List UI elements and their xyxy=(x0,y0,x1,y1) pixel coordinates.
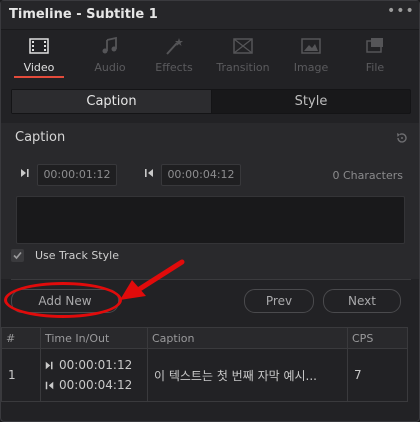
time-in-field[interactable]: 00:00:01:12 xyxy=(37,164,117,186)
table-header-row: # Time In/Out Caption CPS xyxy=(1,327,408,349)
more-options-button[interactable]: ••• xyxy=(387,4,414,21)
tab-video[interactable]: Video xyxy=(6,31,72,79)
mark-out-icon xyxy=(45,381,54,390)
mark-in-icon xyxy=(45,361,53,370)
tab-label: File xyxy=(365,61,385,74)
tab-file[interactable]: File xyxy=(342,31,408,79)
section-title: Caption xyxy=(15,130,66,145)
tab-audio[interactable]: Audio xyxy=(77,31,143,79)
tab-label: Video xyxy=(23,61,55,74)
inspector-tabs: Video Audio Effects Transition Image Fil… xyxy=(1,31,419,79)
row-time-out: 00:00:04:12 xyxy=(59,378,133,392)
character-count: 0 Characters xyxy=(332,169,403,182)
file-icon xyxy=(366,38,383,53)
window-title: Timeline - Subtitle 1 xyxy=(9,7,158,22)
active-tab-indicator xyxy=(14,76,64,78)
column-header[interactable]: Caption xyxy=(147,327,348,349)
caption-text-input[interactable] xyxy=(16,196,405,244)
mark-in-icon[interactable] xyxy=(19,167,31,179)
next-button[interactable]: Next xyxy=(323,289,401,313)
tab-label: Audio xyxy=(94,61,126,74)
annotation-arrow-icon xyxy=(120,259,185,300)
prev-button[interactable]: Prev xyxy=(244,289,314,313)
tab-transition[interactable]: Transition xyxy=(210,31,276,79)
column-header[interactable]: # xyxy=(1,327,41,349)
divider xyxy=(11,279,411,280)
row-caption: 이 텍스트는 첫 번째 자막 예시... xyxy=(147,348,348,402)
image-icon xyxy=(301,38,321,54)
highlight-circle xyxy=(4,282,122,318)
row-cps: 7 xyxy=(347,348,408,402)
row-time-in: 00:00:01:12 xyxy=(59,358,133,372)
time-in-out-cell: 00:00:01:12 00:00:04:12 xyxy=(40,348,148,402)
transition-icon xyxy=(233,38,253,54)
use-track-style-label: Use Track Style xyxy=(35,249,119,262)
inspector-panel: Timeline - Subtitle 1 ••• Video Audio Ef… xyxy=(0,0,420,422)
column-header[interactable]: Time In/Out xyxy=(40,327,148,349)
film-icon xyxy=(29,38,49,54)
row-number: 1 xyxy=(1,348,41,402)
reset-icon[interactable] xyxy=(395,131,409,145)
tab-label: Transition xyxy=(216,61,270,74)
tab-image[interactable]: Image xyxy=(278,31,344,79)
table-row[interactable]: 1 00:00:01:12 00:00:04:12 이 텍스트는 첫 번째 자막… xyxy=(1,348,408,402)
use-track-style-checkbox[interactable] xyxy=(11,249,24,262)
title-bar: Timeline - Subtitle 1 ••• xyxy=(1,1,419,30)
magic-wand-icon xyxy=(166,38,183,55)
tab-label: Image xyxy=(293,61,329,74)
time-out-field[interactable]: 00:00:04:12 xyxy=(161,164,241,186)
captions-table: # Time In/Out Caption CPS 1 00:00:01:12 xyxy=(1,327,408,402)
music-note-icon xyxy=(102,36,117,54)
column-header[interactable]: CPS xyxy=(347,327,408,349)
tab-label: Effects xyxy=(155,61,193,74)
caption-style-toggle: Caption Style xyxy=(11,89,411,114)
caption-section: Caption 00:00:01:12 00:00:04:12 0 Charac… xyxy=(1,123,419,279)
mark-out-icon[interactable] xyxy=(143,167,155,179)
tab-effects[interactable]: Effects xyxy=(141,31,207,79)
caption-segment[interactable]: Caption xyxy=(12,90,212,113)
style-segment[interactable]: Style xyxy=(212,90,410,113)
